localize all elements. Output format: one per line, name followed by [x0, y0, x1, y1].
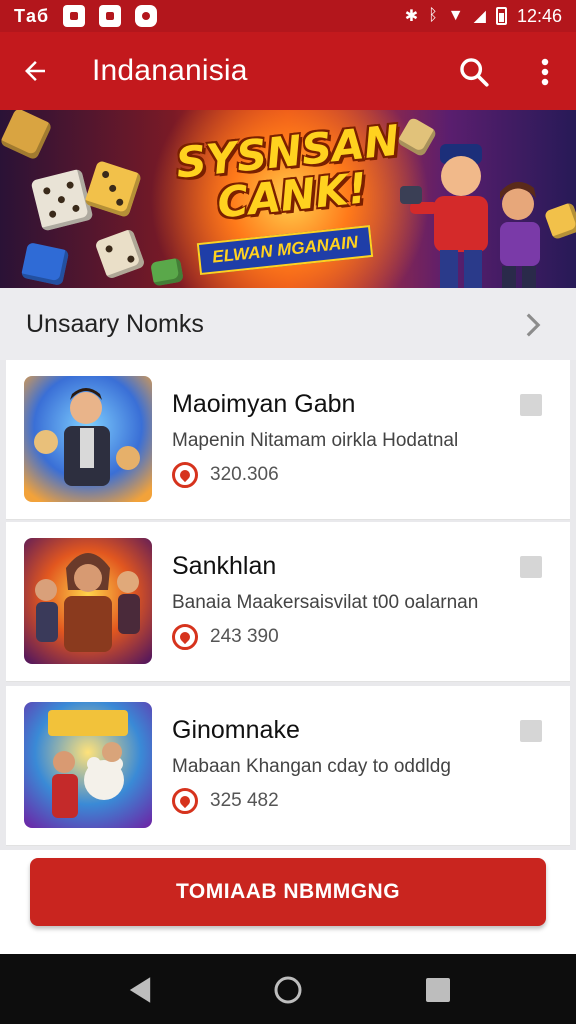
back-button[interactable]: [0, 32, 70, 110]
clock: 12:46: [516, 5, 562, 26]
heart-stat-icon: [172, 788, 198, 814]
status-bar: Tаб ✱ ᛒ ▼ ◢ 12:46: [0, 0, 576, 32]
select-checkbox[interactable]: [520, 720, 542, 742]
dice-image: [94, 228, 146, 280]
game-stat: 243 390: [172, 624, 279, 650]
primary-action-button[interactable]: TOMIAAB NBMMGNG: [30, 858, 546, 926]
game-description: Mabaan Khangan cday to oddldg: [172, 756, 451, 777]
system-nav-bar: [0, 954, 576, 1024]
arrow-back-icon: [25, 61, 45, 81]
select-checkbox[interactable]: [520, 556, 542, 578]
game-list-item[interactable]: Maoimyan Gabn Mapenin Nitamam oirkla Hod…: [6, 360, 570, 520]
game-thumbnail: [24, 702, 152, 828]
bluetooth-icon: ᛒ: [428, 7, 438, 24]
nav-home-icon: [274, 976, 302, 1004]
game-stat-value: 320.306: [210, 464, 279, 485]
app-bar: Indananisia: [0, 32, 576, 110]
search-icon: [460, 58, 489, 87]
game-list-item[interactable]: Ginomnake Mabaan Khangan cday to oddldg …: [6, 686, 570, 846]
section-title: Unsaary Nomks: [26, 309, 204, 338]
chevron-right-icon: [526, 313, 541, 337]
vibrate-icon: ✱: [404, 8, 419, 25]
game-name: Sankhlan: [172, 552, 277, 580]
game-stat-value: 325 482: [210, 790, 279, 811]
select-checkbox[interactable]: [520, 394, 542, 416]
notification-icon: [99, 5, 122, 27]
nav-home-button[interactable]: [268, 972, 308, 1008]
heart-stat-icon: [172, 462, 198, 488]
dice-image: [0, 110, 53, 161]
hero-character-image: [500, 181, 540, 288]
heart-stat-icon: [172, 624, 198, 650]
wifi-icon: ▼: [447, 7, 464, 24]
more-vert-icon: [541, 58, 549, 86]
battery-icon: [495, 7, 507, 25]
dice-image: [30, 168, 94, 232]
nav-back-icon: [129, 977, 151, 1003]
game-stat: 320.306: [172, 462, 279, 488]
game-thumbnail: [24, 376, 152, 502]
game-description: Banaia Maakersaisvilat t00 oalarnan: [172, 592, 479, 613]
game-name: Maoimyan Gabn: [172, 390, 356, 418]
game-stat: 325 482: [172, 788, 279, 814]
section-header[interactable]: Unsaary Nomks: [0, 288, 576, 360]
notification-icon: [63, 5, 86, 27]
promo-banner[interactable]: SYSNSAN CANK! ELWAN MGANAIN: [0, 110, 576, 288]
nav-recents-icon: [426, 978, 450, 1002]
nav-recents-button[interactable]: [418, 972, 458, 1008]
cta-container: TOMIAAB NBMMGNG: [0, 850, 576, 954]
game-name: Ginomnake: [172, 716, 300, 744]
dice-image: [84, 160, 142, 218]
dice-image: [20, 242, 70, 286]
nav-back-button[interactable]: [120, 972, 160, 1008]
signal-icon: ◢: [473, 8, 486, 25]
more-options-button[interactable]: [522, 46, 568, 98]
search-button[interactable]: [448, 46, 500, 98]
page-title: Indananisia: [92, 54, 248, 87]
game-thumbnail: [24, 538, 152, 664]
game-description: Mapenin Nitamam oirkla Hodatnal: [172, 430, 459, 451]
carrier-label: Tаб: [14, 5, 50, 26]
game-list-item[interactable]: Sankhlan Banaia Maakersaisvilat t00 oala…: [6, 522, 570, 682]
notification-icon: [135, 5, 158, 27]
section-more-button[interactable]: [518, 310, 548, 340]
game-stat-value: 243 390: [210, 626, 279, 647]
